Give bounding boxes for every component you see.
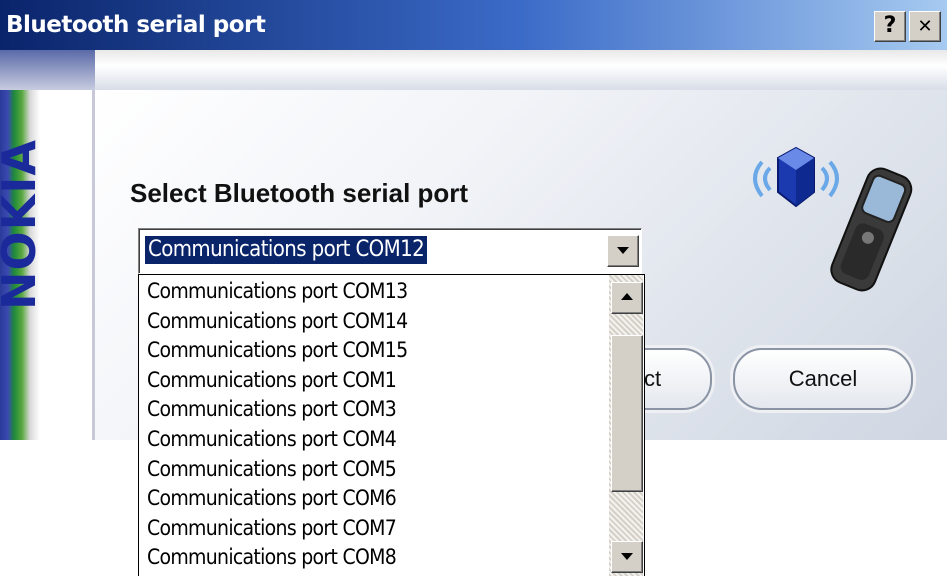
combobox-dropdown-button[interactable]: [607, 235, 639, 267]
close-icon: ✕: [917, 16, 933, 37]
chevron-down-icon: [617, 247, 629, 254]
close-button[interactable]: ✕: [909, 11, 941, 42]
select-button-label: ct: [644, 366, 662, 391]
list-item[interactable]: Communications port COM7: [139, 514, 609, 544]
page-title: Select Bluetooth serial port: [130, 178, 469, 208]
arrow-down-icon: [621, 553, 633, 560]
list-item[interactable]: Communications port COM4: [139, 425, 609, 455]
window-title: Bluetooth serial port: [6, 12, 266, 38]
help-button[interactable]: ?: [874, 11, 906, 42]
header-strip: [0, 50, 947, 91]
list-item[interactable]: Communications port COM13: [139, 277, 609, 307]
bluetooth-phone-graphic: [753, 146, 913, 292]
scrollbar-thumb[interactable]: [611, 335, 643, 492]
list-item[interactable]: Communications port COM6: [139, 484, 609, 514]
list-item[interactable]: Communications port COM15: [139, 336, 609, 366]
scroll-down-button[interactable]: [611, 541, 643, 573]
title-bar[interactable]: Bluetooth serial port ? ✕: [0, 0, 947, 50]
header-strip-accent: [0, 50, 95, 90]
combobox-selected-value: Communications port COM12: [145, 236, 428, 264]
port-options: Communications port COM13 Communications…: [139, 277, 609, 573]
vertical-scrollbar[interactable]: [609, 275, 643, 576]
port-dropdown-list[interactable]: Communications port COM13 Communications…: [138, 274, 645, 576]
mobile-phone-icon: [830, 167, 913, 292]
cancel-button[interactable]: Cancel: [733, 348, 913, 410]
list-item[interactable]: Communications port COM1: [139, 366, 609, 396]
list-item[interactable]: Communications port COM14: [139, 307, 609, 337]
bluetooth-icon: [753, 146, 839, 208]
list-item[interactable]: Communications port COM8: [139, 543, 609, 573]
serial-port-combobox[interactable]: Communications port COM12: [138, 228, 642, 274]
arrow-up-icon: [621, 293, 633, 300]
list-item[interactable]: Communications port COM5: [139, 455, 609, 485]
scroll-up-button[interactable]: [611, 282, 643, 314]
nokia-logo: NOKIA: [0, 139, 46, 310]
list-item[interactable]: Communications port COM3: [139, 395, 609, 425]
